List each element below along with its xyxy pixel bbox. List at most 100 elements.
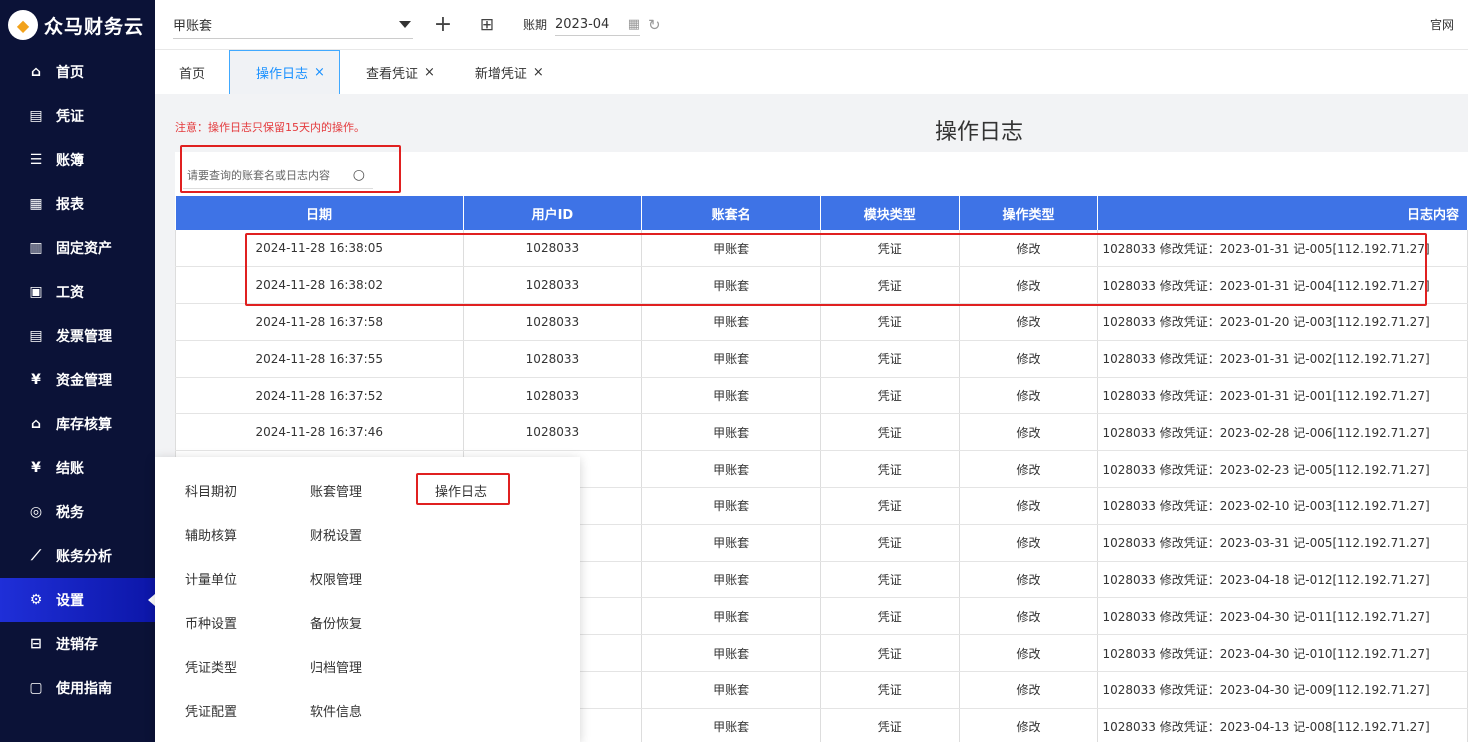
close-icon[interactable]: × [424,65,435,80]
warehouse-icon: ⌂ [30,416,42,432]
sidebar-item-home[interactable]: ⌂ 首页 [0,50,155,94]
table-cell: 1028033 修改凭证：2023-01-31 记-002[112.192.71… [1097,340,1468,378]
sidebar-item-report[interactable]: ▦ 报表 [0,182,155,226]
report-icon: ▦ [29,196,43,212]
sidebar-item-fund[interactable]: ¥ 资金管理 [0,358,155,402]
tab-label: 操作日志 [256,67,309,82]
column-header[interactable]: 日期 [175,196,464,230]
tab-new-voucher[interactable]: 新增凭证 × [449,50,558,94]
official-site-link[interactable]: 官网 [1430,16,1454,33]
table-cell: 甲账套 [641,561,821,599]
sidebar-item-analysis[interactable]: ⟋ 账务分析 [0,534,155,578]
table-cell: 修改 [959,671,1099,709]
tab-operation-log[interactable]: 操作日志 × [229,50,340,94]
add-icon[interactable]: + [429,11,457,39]
app-logo[interactable]: ◆ 众马财务云 [0,0,155,50]
table-cell: 1028033 修改凭证：2023-04-18 记-012[112.192.71… [1097,561,1468,599]
table-cell: 2024-11-28 16:37:52 [175,377,464,415]
tab-view-voucher[interactable]: 查看凭证 × [340,50,449,94]
table-cell: 甲账套 [641,377,821,415]
period-picker[interactable]: 2023-04 ▦ [555,14,641,36]
account-select[interactable]: 甲账套 [173,11,413,39]
search-input[interactable]: 请要查询的账套名或日志内容 ○ [183,161,373,189]
settings-menu-item[interactable]: 账套管理 [310,481,362,500]
sidebar-item-ledger[interactable]: ☰ 账簿 [0,138,155,182]
salary-icon: ▣ [29,284,43,300]
table-cell: 修改 [959,450,1099,489]
sidebar-item-voucher[interactable]: ▤ 凭证 [0,94,155,138]
table-cell: 修改 [959,487,1099,525]
table-row[interactable]: 2024-11-28 16:37:52 1028033 甲账套 凭证 修改 1028033… [175,377,1468,415]
table-cell: 1028033 修改凭证：2023-04-30 记-009[112.192.71… [1097,671,1468,709]
close-icon[interactable]: × [314,65,325,80]
sidebar-item-asset[interactable]: ▥ 固定资产 [0,226,155,270]
sidebar-item-label: 税务 [56,505,84,521]
sidebar: ◆ 众马财务云 ⌂ 首页 ▤ 凭证 ☰ 账簿 ▦ 报表 ▥ 固定资产 ▣ 工资 ▤ 发票管理 ¥ 资金管理 ⌂ 库… [0,0,155,742]
table-cell: 修改 [959,413,1099,452]
table-cell: 1028033 [463,230,643,268]
table-cell: 凭证 [820,671,960,709]
column-header[interactable]: 日志内容 [1097,196,1468,230]
sidebar-item-tax[interactable]: ◎ 税务 [0,490,155,534]
table-cell: 甲账套 [641,487,821,525]
retention-notice: 注意：操作日志只保留15天内的操作。 [175,121,365,134]
settings-menu-item[interactable]: 计量单位 [185,569,237,588]
sidebar-item-salary[interactable]: ▣ 工资 [0,270,155,314]
settings-menu-item[interactable]: 软件信息 [310,701,362,720]
tab-home[interactable]: 首页 [155,50,229,94]
settings-menu-item[interactable]: 归档管理 [310,657,362,676]
table-row[interactable]: 2024-11-28 16:37:55 1028033 甲账套 凭证 修改 1028033… [175,340,1468,378]
settings-menu-item[interactable]: 权限管理 [310,569,362,588]
sidebar-item-gear[interactable]: ⚙ 设置 [0,578,155,622]
table-cell: 甲账套 [641,634,821,673]
table-cell: 甲账套 [641,671,821,709]
settings-menu-item[interactable]: 科目期初 [185,481,237,500]
table-row[interactable]: 2024-11-28 16:37:46 1028033 甲账套 凭证 修改 1028033… [175,413,1468,452]
settings-menu-item[interactable]: 操作日志 [435,481,487,500]
table-cell: 1028033 修改凭证：2023-04-30 记-010[112.192.71… [1097,634,1468,673]
column-header[interactable]: 操作类型 [959,196,1099,230]
sidebar-item-invoice[interactable]: ▤ 发票管理 [0,314,155,358]
column-header[interactable]: 模块类型 [820,196,960,230]
sidebar-item-checkout[interactable]: ¥ 结账 [0,446,155,490]
checkout-icon: ¥ [31,460,41,476]
sidebar-item-label: 设置 [56,593,84,609]
sidebar-item-guide[interactable]: ▢ 使用指南 [0,666,155,710]
sidebar-item-warehouse[interactable]: ⌂ 库存核算 [0,402,155,446]
column-header[interactable]: 用户ID [463,196,643,230]
settings-menu-item[interactable]: 凭证配置 [185,701,237,720]
settings-menu-item[interactable]: 币种设置 [185,613,237,632]
search-icon[interactable]: ○ [353,167,365,183]
table-row[interactable]: 2024-11-28 16:37:58 1028033 甲账套 凭证 修改 1028033… [175,303,1468,341]
ledger-icon: ☰ [29,152,43,168]
page-title: 操作日志 [935,120,1024,145]
inventory-icon: ⊟ [30,636,42,652]
sidebar-item-label: 报表 [56,197,84,213]
asset-icon: ▥ [29,240,43,256]
table-cell: 1028033 [463,413,643,452]
gear-icon: ⚙ [29,592,43,608]
tab-label: 查看凭证 [365,66,418,82]
refresh-icon[interactable]: ↻ [648,16,661,34]
table-cell: 修改 [959,561,1099,599]
settings-menu-item[interactable]: 财税设置 [310,525,362,544]
calendar-icon: ▦ [627,16,641,32]
table-cell: 凭证 [820,597,960,636]
settings-menu-item[interactable]: 凭证类型 [185,657,237,676]
period-value: 2023-04 [555,16,610,32]
sidebar-item-inventory[interactable]: ⊟ 进销存 [0,622,155,666]
table-cell: 甲账套 [641,303,821,341]
sidebar-item-label: 资金管理 [56,373,112,389]
table-row[interactable]: 2024-11-28 16:38:02 1028033 甲账套 凭证 修改 1028033… [175,266,1468,305]
table-cell: 修改 [959,377,1099,415]
column-header[interactable]: 账套名 [641,196,821,230]
table-row[interactable]: 2024-11-28 16:38:05 1028033 甲账套 凭证 修改 1028033… [175,230,1468,268]
settings-menu-item[interactable]: 辅助核算 [185,525,237,544]
table-cell: 1028033 [463,340,643,378]
app-name: 众马财务云 [44,15,145,38]
close-icon[interactable]: × [533,65,544,80]
grid-apps-icon[interactable]: ⊞ [473,11,501,39]
table-cell: 2024-11-28 16:37:58 [175,303,464,341]
settings-menu-item[interactable]: 备份恢复 [310,613,362,632]
sidebar-item-label: 进销存 [56,637,98,653]
